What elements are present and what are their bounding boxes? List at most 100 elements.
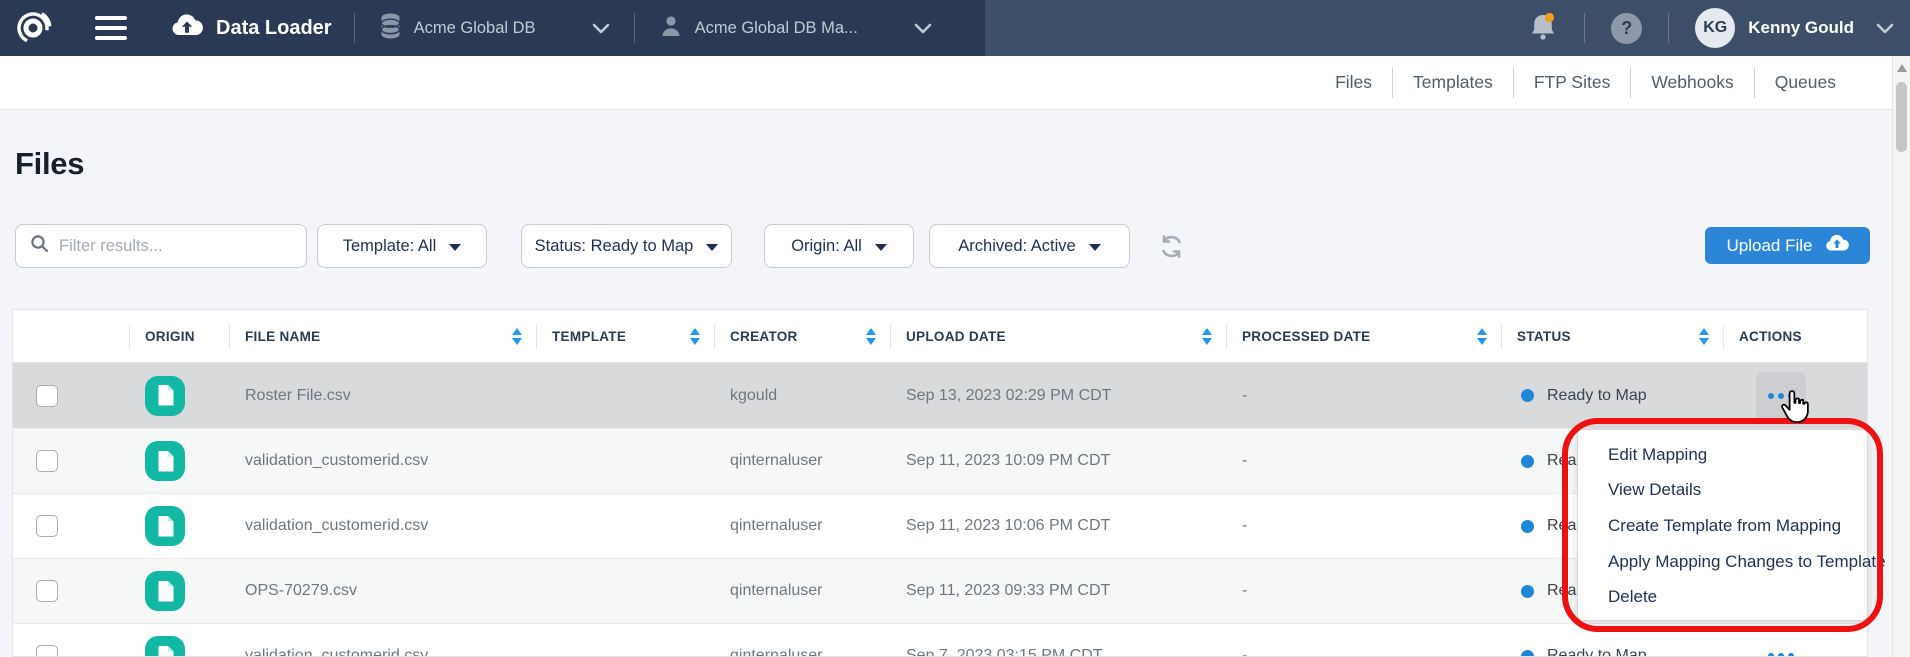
row-checkbox[interactable] [36,515,58,537]
archived-filter-dropdown[interactable]: Archived: Active [929,224,1130,268]
header-status: STATUS [1501,310,1723,363]
table-row[interactable]: validation_customerid.csv qinternaluser … [13,623,1867,657]
chevron-down-icon [914,23,932,34]
database-selector[interactable]: Acme Global DB [355,0,634,56]
refresh-icon[interactable] [1158,233,1185,260]
menu-item-edit-mapping[interactable]: Edit Mapping [1578,437,1867,473]
sort-icon[interactable] [1202,328,1212,345]
file-processed-date: - [1226,517,1501,535]
scrollbar-up-arrow-icon[interactable] [1897,64,1907,72]
tab-files[interactable]: Files [1315,67,1392,98]
caret-down-icon [875,244,887,251]
status-dot [1521,520,1534,533]
file-origin-icon [145,506,185,546]
row-checkbox[interactable] [36,450,58,472]
sort-icon[interactable] [866,328,876,345]
file-upload-date: Sep 7, 2023 03:15 PM CDT [890,647,1226,657]
file-name: OPS-70279.csv [229,582,536,600]
status-filter-dropdown[interactable]: Status: Ready to Map [521,224,732,268]
table-header-row: ORIGIN FILE NAME TEMPLATE CREATOR UPLOAD… [13,310,1867,363]
menu-item-delete[interactable]: Delete [1578,579,1867,615]
file-processed-date: - [1226,647,1501,657]
tab-queues[interactable]: Queues [1754,67,1856,98]
file-name: Roster File.csv [229,387,536,405]
tab-templates[interactable]: Templates [1392,67,1513,98]
page-title: Files [15,146,84,182]
section-tab-bar: Files Templates FTP Sites Webhooks Queue… [0,56,1910,110]
sort-icon[interactable] [1477,328,1487,345]
menu-item-apply-mapping-changes[interactable]: Apply Mapping Changes to Template [1578,544,1867,580]
status-dot [1521,389,1534,402]
header-creator: CREATOR [714,310,890,363]
file-origin-icon [145,441,185,481]
tab-ftp-sites[interactable]: FTP Sites [1513,67,1631,98]
status-label: Ready to Map [1547,647,1647,657]
avatar[interactable]: KG [1695,8,1735,48]
mapping-selector[interactable]: Acme Global DB Ma... [635,0,956,56]
header-processed-date: PROCESSED DATE [1226,310,1501,363]
row-actions-button[interactable] [1756,632,1806,657]
row-actions-button[interactable] [1756,372,1806,420]
file-name: validation_customerid.csv [229,647,536,657]
user-menu-chevron-icon[interactable] [1876,23,1894,34]
database-icon [379,13,402,44]
app-title: Data Loader [216,17,332,40]
file-upload-date: Sep 11, 2023 09:33 PM CDT [890,582,1226,600]
search-box [15,224,307,268]
file-name: validation_customerid.csv [229,452,536,470]
row-checkbox[interactable] [36,385,58,407]
caret-down-icon [1089,244,1101,251]
status-dot [1521,650,1534,657]
menu-item-view-details[interactable]: View Details [1578,473,1867,509]
header-actions: ACTIONS [1723,310,1867,363]
header-file-name: FILE NAME [229,310,536,363]
row-checkbox[interactable] [36,645,58,657]
scrollbar-thumb[interactable] [1896,82,1907,152]
template-filter-dropdown[interactable]: Template: All [317,224,487,268]
file-creator: qinternaluser [714,452,890,470]
row-checkbox[interactable] [36,580,58,602]
cloud-upload-icon [171,14,203,43]
data-loader-screen: Data Loader Acme Global DB [0,0,1910,657]
header-origin: ORIGIN [129,310,229,363]
file-creator: qinternaluser [714,517,890,535]
sort-icon[interactable] [690,328,700,345]
sort-icon[interactable] [512,328,522,345]
mapping-selector-label: Acme Global DB Ma... [695,19,858,38]
file-origin-icon [145,571,185,611]
top-nav: Data Loader Acme Global DB [0,0,1910,56]
file-upload-date: Sep 11, 2023 10:06 PM CDT [890,517,1226,535]
notifications-bell-icon[interactable] [1528,12,1558,44]
menu-item-create-template[interactable]: Create Template from Mapping [1578,508,1867,544]
file-creator: qinternaluser [714,582,890,600]
caret-down-icon [449,244,461,251]
file-creator: kgould [714,387,890,405]
file-creator: qinternaluser [714,647,890,657]
user-name: Kenny Gould [1748,18,1854,38]
app-logo-icon[interactable] [13,8,53,48]
nav-divider [1668,13,1669,43]
origin-filter-dropdown[interactable]: Origin: All [764,224,914,268]
user-icon [659,14,683,43]
file-origin-icon [145,376,185,416]
tab-webhooks[interactable]: Webhooks [1630,67,1753,98]
cloud-upload-icon [1825,234,1849,257]
status-dot [1521,455,1534,468]
help-icon[interactable]: ? [1611,13,1642,44]
vertical-scrollbar[interactable] [1892,56,1910,657]
header-upload-date: UPLOAD DATE [890,310,1226,363]
file-processed-date: - [1226,452,1501,470]
table-row[interactable]: Roster File.csv kgould Sep 13, 2023 02:2… [13,363,1867,428]
hamburger-menu-icon[interactable] [95,16,127,40]
status-label: Ready to Map [1547,387,1647,405]
header-template: TEMPLATE [536,310,714,363]
search-input[interactable] [59,237,292,256]
upload-file-button[interactable]: Upload File [1705,227,1870,264]
file-origin-icon [145,636,185,657]
help-glyph: ? [1621,18,1632,39]
avatar-initials: KG [1703,19,1727,37]
file-upload-date: Sep 13, 2023 02:29 PM CDT [890,387,1226,405]
file-name: validation_customerid.csv [229,517,536,535]
sort-icon[interactable] [1699,328,1709,345]
file-processed-date: - [1226,582,1501,600]
